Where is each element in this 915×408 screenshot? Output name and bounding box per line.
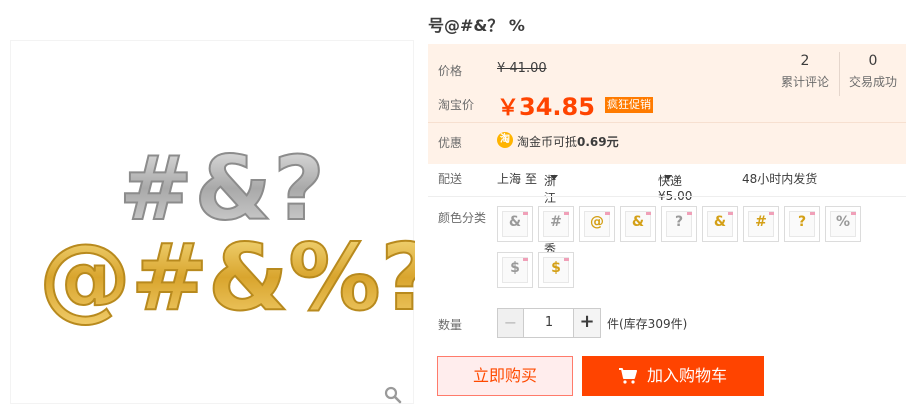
color-swatch[interactable]: # — [538, 206, 574, 242]
coupon-text: 淘金币可抵0.69元 — [517, 133, 619, 150]
shipping-method-selector[interactable]: 快递 ¥5.00 — [658, 170, 692, 203]
shipping-method-text: 快递 ¥5.00 — [658, 174, 693, 203]
review-count: 2 — [800, 53, 810, 69]
sales-count-stat[interactable]: 0 交易成功 — [841, 52, 905, 90]
quantity-input[interactable]: 1 — [525, 309, 573, 337]
stock-info: 件(库存309件) — [607, 317, 688, 331]
balloon-letters-image: #&? @#&%? — [38, 136, 435, 332]
swatch-glyph: ? — [674, 214, 684, 230]
quantity-stepper: − 1 + — [497, 308, 601, 338]
color-label: 颜色分类 — [438, 211, 487, 225]
shipping-row: 配送 上海 至 浙江嘉兴秀洲区 快递 ¥5.00 48小时内发货 — [428, 168, 906, 290]
color-swatch[interactable]: $ — [538, 252, 574, 288]
coupon-prefix: 淘金币可抵 — [517, 135, 578, 149]
color-swatch[interactable]: & — [620, 206, 656, 242]
add-to-cart-button[interactable]: 加入购物车 — [582, 356, 764, 396]
price-value: 34.85 — [519, 93, 595, 121]
swatch-glyph: & — [631, 214, 645, 230]
swatch-glyph: ? — [797, 214, 807, 230]
swatch-glyph: # — [550, 214, 562, 230]
price-panel: 价格 ¥ 41.00 淘宝价 ￥34.85 疯狂促销 2 累计评论 0 交易成功… — [428, 44, 906, 164]
swatch-glyph: & — [713, 214, 727, 230]
destination-selector[interactable]: 浙江嘉兴秀洲区 — [544, 170, 558, 290]
swatch-glyph: % — [835, 214, 851, 230]
cart-icon — [619, 368, 637, 384]
taobao-price-label: 淘宝价 — [438, 98, 475, 112]
zoom-icon[interactable] — [384, 386, 402, 404]
decrease-button[interactable]: − — [498, 309, 524, 337]
sales-count-label: 交易成功 — [848, 75, 897, 89]
taobao-price: ￥34.85 — [497, 90, 595, 122]
quantity-label: 数量 — [438, 318, 463, 332]
swatch-glyph: @ — [590, 214, 604, 230]
review-count-stat[interactable]: 2 累计评论 — [773, 52, 837, 90]
product-main-image[interactable]: #&? @#&%? — [10, 40, 435, 404]
color-swatch[interactable]: % — [825, 206, 861, 242]
svg-text:@#&%?: @#&%? — [39, 224, 415, 331]
color-swatch[interactable]: & — [702, 206, 738, 242]
section-divider — [428, 196, 906, 197]
coupon-amount: 0.69元 — [577, 135, 619, 149]
currency-symbol: ￥ — [497, 96, 520, 121]
panel-divider — [428, 122, 906, 123]
promo-badge: 疯狂促销 — [605, 97, 653, 113]
color-swatch[interactable]: ? — [661, 206, 697, 242]
color-swatch[interactable]: @ — [579, 206, 615, 242]
sales-count: 0 — [868, 53, 878, 69]
original-price: ¥ 41.00 — [497, 61, 547, 76]
add-to-cart-label: 加入购物车 — [647, 366, 728, 385]
swatch-glyph: & — [508, 214, 522, 230]
swatch-glyph: $ — [510, 260, 520, 276]
stats-divider — [839, 52, 840, 96]
coupon-label: 优惠 — [438, 136, 463, 150]
buy-now-button[interactable]: 立即购买 — [437, 356, 573, 396]
color-swatch[interactable]: ? — [784, 206, 820, 242]
increase-button[interactable]: + — [573, 309, 600, 337]
ship-to-word: 至 — [525, 172, 538, 186]
review-count-label: 累计评论 — [780, 75, 829, 89]
product-title: 号@#&？ % — [428, 16, 525, 35]
taobao-coin-icon: 淘 — [497, 132, 513, 148]
original-price-label: 价格 — [438, 64, 463, 78]
color-swatch[interactable]: & — [497, 206, 533, 242]
delivery-time: 48小时内发货 — [742, 172, 818, 186]
swatch-glyph: # — [755, 214, 767, 230]
ship-from: 上海 — [497, 172, 522, 186]
color-swatch[interactable]: # — [743, 206, 779, 242]
color-swatch[interactable]: $ — [497, 252, 533, 288]
swatch-glyph: $ — [551, 260, 561, 276]
shipping-label: 配送 — [438, 172, 463, 186]
